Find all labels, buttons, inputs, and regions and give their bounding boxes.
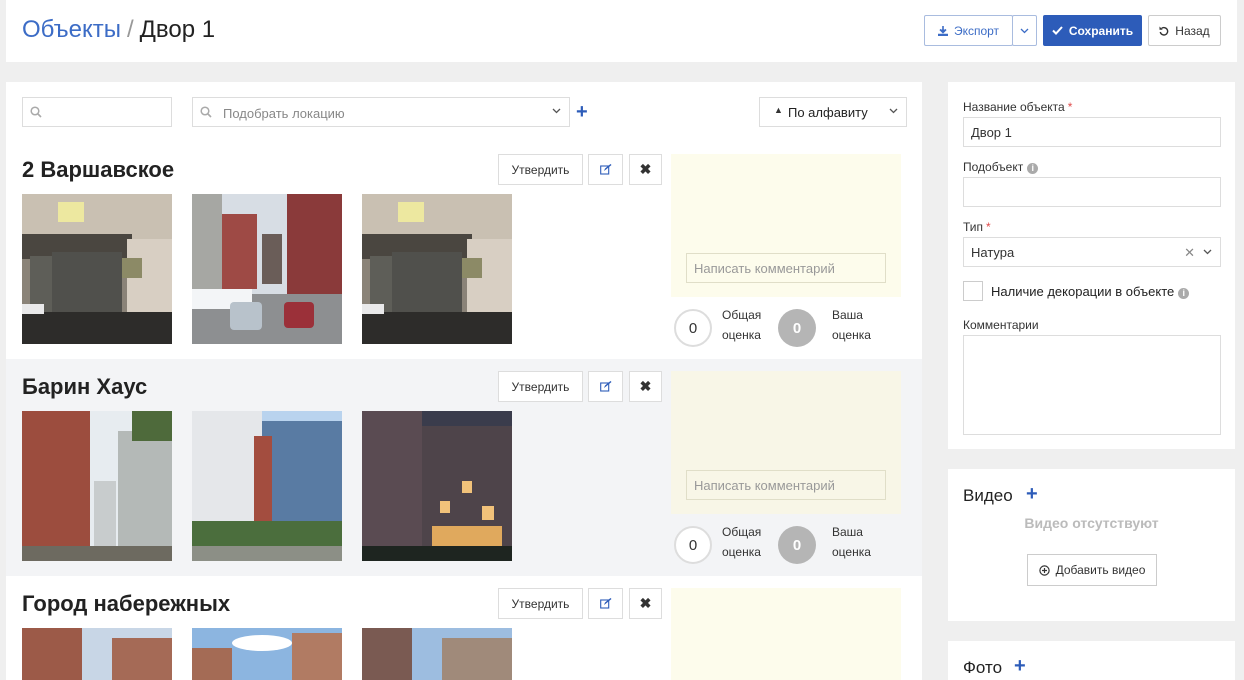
- decoration-checkbox[interactable]: [963, 281, 983, 301]
- info-icon[interactable]: i: [1027, 163, 1039, 174]
- type-select[interactable]: Натура ✕: [963, 237, 1221, 267]
- approve-button[interactable]: Утвердить: [498, 588, 583, 619]
- comment-box: [671, 588, 901, 680]
- your-score-label: Ваша оценка: [832, 308, 871, 342]
- type-field-label: Тип *: [963, 220, 991, 234]
- location-title[interactable]: Барин Хаус: [22, 374, 147, 400]
- total-score-label: Общая оценка: [722, 525, 762, 559]
- location-photo[interactable]: [192, 411, 342, 561]
- search-input[interactable]: [22, 97, 172, 127]
- location-photo[interactable]: [362, 628, 512, 680]
- location-picker[interactable]: Подобрать локацию: [192, 97, 570, 127]
- your-score[interactable]: 0: [778, 309, 816, 347]
- subobject-field-label: Подобъект i: [963, 160, 1039, 174]
- chevron-down-icon: [1020, 28, 1029, 33]
- breadcrumb-link-objects[interactable]: Объекты: [22, 16, 121, 43]
- breadcrumb-separator: /: [126, 16, 134, 43]
- sort-asc-icon: ▲: [774, 105, 783, 115]
- total-score-label: Общая оценка: [722, 308, 762, 342]
- export-button[interactable]: Экспорт: [924, 15, 1013, 46]
- location-photo[interactable]: [22, 194, 172, 344]
- chevron-down-icon: [552, 108, 561, 114]
- location-row: Город набережных Утвердить ✖: [6, 588, 922, 680]
- approve-button[interactable]: Утвердить: [498, 154, 583, 185]
- edit-icon: [599, 381, 611, 392]
- delete-button[interactable]: ✖: [629, 154, 662, 185]
- edit-icon: [599, 164, 611, 175]
- add-video-plus-icon[interactable]: +: [1026, 483, 1038, 506]
- location-photo[interactable]: [362, 411, 512, 561]
- photo-section: Фото +: [948, 641, 1235, 680]
- plus-circle-icon: [1038, 564, 1050, 576]
- export-label: Экспорт: [953, 23, 1000, 38]
- location-row: 2 Варшавское Утвердить ✖ Написать коммен…: [6, 154, 922, 359]
- save-button[interactable]: Сохранить: [1043, 15, 1142, 46]
- save-label: Сохранить: [1068, 23, 1134, 38]
- check-icon: [1052, 26, 1063, 35]
- clear-icon[interactable]: ✕: [1184, 245, 1195, 261]
- comments-textarea[interactable]: [963, 335, 1221, 435]
- add-photo-plus-icon[interactable]: +: [1014, 655, 1026, 678]
- subobject-field[interactable]: [963, 177, 1221, 207]
- location-title[interactable]: 2 Варшавское: [22, 157, 174, 183]
- location-photo[interactable]: [362, 194, 512, 344]
- page-header: Объекты / Двор 1 Экспорт Сохранить Назад: [6, 0, 1237, 62]
- close-icon: ✖: [639, 595, 652, 611]
- edit-button[interactable]: [588, 588, 623, 619]
- total-score: 0: [674, 309, 712, 347]
- chevron-down-icon: [889, 108, 898, 114]
- chevron-down-icon: [1203, 249, 1212, 255]
- search-icon: [200, 106, 212, 118]
- sort-select-value: По алфавиту: [788, 105, 868, 120]
- comment-input[interactable]: Написать комментарий: [686, 470, 886, 500]
- your-score-label: Ваша оценка: [832, 525, 871, 559]
- edit-button[interactable]: [588, 154, 623, 185]
- video-empty-message: Видео отсутствуют: [1024, 515, 1159, 531]
- total-score: 0: [674, 526, 712, 564]
- comments-field-label: Комментарии: [963, 318, 1039, 332]
- object-properties-panel: Название объекта * Двор 1 Подобъект i Тип *…: [948, 82, 1235, 449]
- search-icon: [30, 106, 42, 118]
- breadcrumb: Объекты / Двор 1: [22, 16, 215, 44]
- undo-icon: [1159, 26, 1169, 36]
- download-icon: [937, 25, 948, 36]
- back-label: Назад: [1175, 23, 1210, 38]
- add-location-plus-icon[interactable]: +: [576, 102, 588, 122]
- location-row: Барин Хаус Утвердить ✖ Написать коммента…: [6, 359, 922, 576]
- location-photo[interactable]: [22, 628, 172, 680]
- info-icon[interactable]: i: [1178, 288, 1190, 299]
- export-dropdown-toggle[interactable]: [1012, 15, 1037, 46]
- location-photo[interactable]: [192, 194, 342, 344]
- location-photo[interactable]: [22, 411, 172, 561]
- type-select-value: Натура: [971, 245, 1015, 260]
- edit-icon: [599, 598, 611, 609]
- add-video-label: Добавить видео: [1055, 563, 1146, 577]
- approve-button[interactable]: Утвердить: [498, 371, 583, 402]
- name-field[interactable]: Двор 1: [963, 117, 1221, 147]
- location-picker-placeholder: Подобрать локацию: [223, 106, 345, 121]
- sort-select[interactable]: ▲ По алфавиту: [759, 97, 907, 127]
- close-icon: ✖: [639, 378, 652, 394]
- delete-button[interactable]: ✖: [629, 588, 662, 619]
- photo-section-title: Фото: [963, 658, 1003, 677]
- back-button[interactable]: Назад: [1148, 15, 1221, 46]
- edit-button[interactable]: [588, 371, 623, 402]
- comment-box: Написать комментарий: [671, 371, 901, 514]
- close-icon: ✖: [639, 161, 652, 177]
- location-photo[interactable]: [192, 628, 342, 680]
- video-section: Видео + Видео отсутствуют Добавить видео: [948, 469, 1235, 621]
- decoration-checkbox-label: Наличие декорации в объекте i: [991, 284, 1190, 299]
- locations-panel: Подобрать локацию + ▲ По алфавиту 2 Варш…: [6, 82, 922, 680]
- add-video-button[interactable]: Добавить видео: [1027, 554, 1157, 586]
- delete-button[interactable]: ✖: [629, 371, 662, 402]
- video-section-title: Видео: [963, 486, 1013, 505]
- comment-input[interactable]: Написать комментарий: [686, 253, 886, 283]
- comment-box: Написать комментарий: [671, 154, 901, 297]
- location-title[interactable]: Город набережных: [22, 591, 230, 617]
- your-score[interactable]: 0: [778, 526, 816, 564]
- page-title: Двор 1: [139, 16, 216, 43]
- name-field-label: Название объекта *: [963, 100, 1073, 114]
